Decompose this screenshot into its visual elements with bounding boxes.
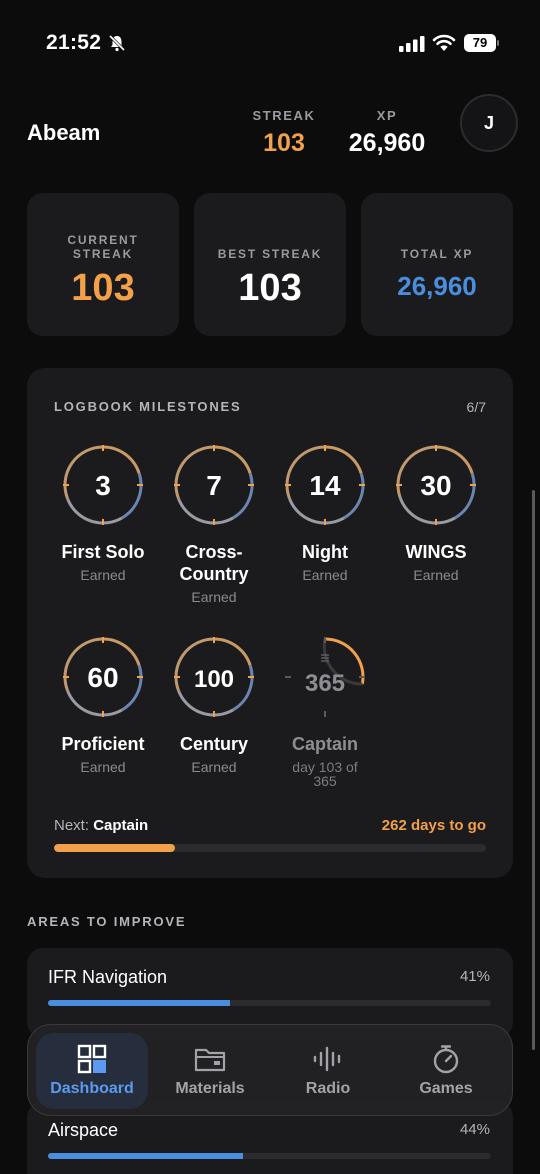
header-streak-label: STREAK bbox=[252, 108, 316, 123]
area-progress-fill bbox=[48, 1153, 243, 1159]
milestone-earned[interactable]: 7 Cross-Country Earned bbox=[159, 443, 269, 604]
milestone-earned[interactable]: 30 WINGS Earned bbox=[381, 443, 491, 582]
milestone-progress-bar bbox=[54, 844, 486, 852]
areas-title: AREAS TO IMPROVE bbox=[27, 914, 187, 929]
tab-games[interactable]: Games bbox=[390, 1033, 502, 1109]
milestone-status: Earned bbox=[191, 589, 237, 605]
milestone-name: Century bbox=[179, 734, 248, 754]
area-percent: 41% bbox=[459, 968, 490, 985]
next-milestone-name: Captain bbox=[93, 817, 149, 834]
area-percent: 44% bbox=[459, 1121, 490, 1138]
tab-bar: Dashboard Materials Radio Games bbox=[27, 1024, 513, 1116]
total-xp-label: TOTAL XP bbox=[400, 247, 474, 261]
milestone-badge-ring: 30 bbox=[396, 445, 476, 525]
tab-dashboard[interactable]: Dashboard bbox=[36, 1033, 148, 1109]
tab-label: Dashboard bbox=[50, 1080, 134, 1097]
next-milestone: Next: Captain bbox=[54, 817, 148, 834]
tab-label: Radio bbox=[305, 1080, 351, 1097]
area-progress-bar bbox=[48, 1000, 491, 1006]
radio-waveform-icon bbox=[313, 1046, 341, 1072]
current-streak-card: CURRENT STREAK 103 bbox=[27, 193, 179, 336]
milestone-status: day 103 of 365 bbox=[292, 759, 358, 789]
battery-level: 79 bbox=[464, 34, 496, 52]
folder-icon bbox=[194, 1048, 226, 1072]
area-progress-bar bbox=[48, 1153, 491, 1159]
milestone-progress-fill bbox=[54, 844, 175, 852]
header-xp-value: 26,960 bbox=[348, 129, 426, 157]
milestone-days: 365 bbox=[305, 670, 345, 697]
cellular-signal-icon bbox=[399, 36, 425, 52]
milestones-count: 6/7 bbox=[466, 399, 486, 415]
milestone-badge-ring: 7 bbox=[174, 445, 254, 525]
milestones-title: LOGBOOK MILESTONES bbox=[54, 399, 242, 414]
milestone-locked[interactable]: 365 Captain day 103 of 365 bbox=[270, 635, 380, 788]
next-milestone-label: Next: bbox=[54, 817, 90, 834]
status-time: 21:52 bbox=[46, 31, 102, 54]
milestone-earned[interactable]: 100 Century Earned bbox=[159, 635, 269, 774]
milestone-status: Earned bbox=[413, 567, 459, 583]
milestone-earned[interactable]: 60 Proficient Earned bbox=[48, 635, 158, 774]
header-streak-value: 103 bbox=[263, 129, 305, 157]
header-xp-label: XP bbox=[376, 108, 398, 123]
milestone-name: Proficient bbox=[61, 734, 145, 754]
total-xp-value: 26,960 bbox=[397, 271, 477, 301]
current-streak-value: 103 bbox=[71, 267, 135, 309]
milestone-days: 30 bbox=[420, 470, 451, 501]
milestone-status: Earned bbox=[80, 567, 126, 583]
tab-label: Materials bbox=[175, 1080, 245, 1097]
milestone-days: 3 bbox=[95, 470, 111, 501]
avatar[interactable]: J bbox=[460, 94, 518, 152]
wifi-icon bbox=[432, 34, 456, 51]
header-xp: XP 26,960 bbox=[340, 108, 434, 158]
milestone-status: Earned bbox=[80, 759, 126, 775]
status-bar: 21:52 79 bbox=[0, 0, 540, 88]
milestone-status: Earned bbox=[302, 567, 348, 583]
best-streak-card: BEST STREAK 103 bbox=[194, 193, 346, 336]
tab-label: Games bbox=[419, 1080, 473, 1097]
milestone-earned[interactable]: 3 First Solo Earned bbox=[48, 443, 158, 582]
milestone-days: 7 bbox=[206, 470, 222, 501]
bell-muted-icon bbox=[108, 34, 126, 52]
best-streak-value: 103 bbox=[238, 267, 302, 309]
area-name: IFR Navigation bbox=[48, 967, 168, 987]
milestone-days: 100 bbox=[194, 666, 234, 693]
app-title: Abeam bbox=[27, 120, 101, 145]
milestone-name: Cross-Country bbox=[179, 542, 249, 584]
tab-radio[interactable]: Radio bbox=[272, 1033, 384, 1109]
header-streak: STREAK 103 bbox=[248, 108, 320, 158]
milestone-status: Earned bbox=[191, 759, 237, 775]
milestone-name: First Solo bbox=[61, 542, 145, 562]
days-to-go: 262 days to go bbox=[381, 817, 486, 834]
current-streak-label: CURRENT STREAK bbox=[67, 233, 139, 261]
scrollbar[interactable] bbox=[532, 490, 535, 1050]
milestone-badge-ring: 365 bbox=[285, 637, 365, 717]
milestone-name: WINGS bbox=[405, 542, 467, 562]
milestone-badge-ring: 60 bbox=[63, 637, 143, 717]
dashboard-icon bbox=[77, 1044, 107, 1074]
milestone-badge-ring: 100 bbox=[174, 637, 254, 717]
total-xp-card: TOTAL XP 26,960 bbox=[361, 193, 513, 336]
battery-icon: 79 bbox=[464, 34, 500, 52]
best-streak-label: BEST STREAK bbox=[217, 247, 323, 261]
area-progress-fill bbox=[48, 1000, 230, 1006]
stopwatch-icon bbox=[433, 1045, 459, 1074]
milestone-earned[interactable]: 14 Night Earned bbox=[270, 443, 380, 582]
milestone-badge-ring: 14 bbox=[285, 445, 365, 525]
milestone-name: Captain bbox=[291, 734, 358, 754]
tab-materials[interactable]: Materials bbox=[154, 1033, 266, 1109]
milestone-badge-ring: 3 bbox=[63, 445, 143, 525]
milestone-days: 14 bbox=[309, 470, 341, 501]
milestone-name: Night bbox=[302, 542, 348, 562]
logbook-milestones-panel: LOGBOOK MILESTONES 6/7 3 First Solo Earned… bbox=[27, 368, 513, 878]
milestone-days: 60 bbox=[87, 662, 118, 693]
area-name: Airspace bbox=[48, 1120, 119, 1140]
